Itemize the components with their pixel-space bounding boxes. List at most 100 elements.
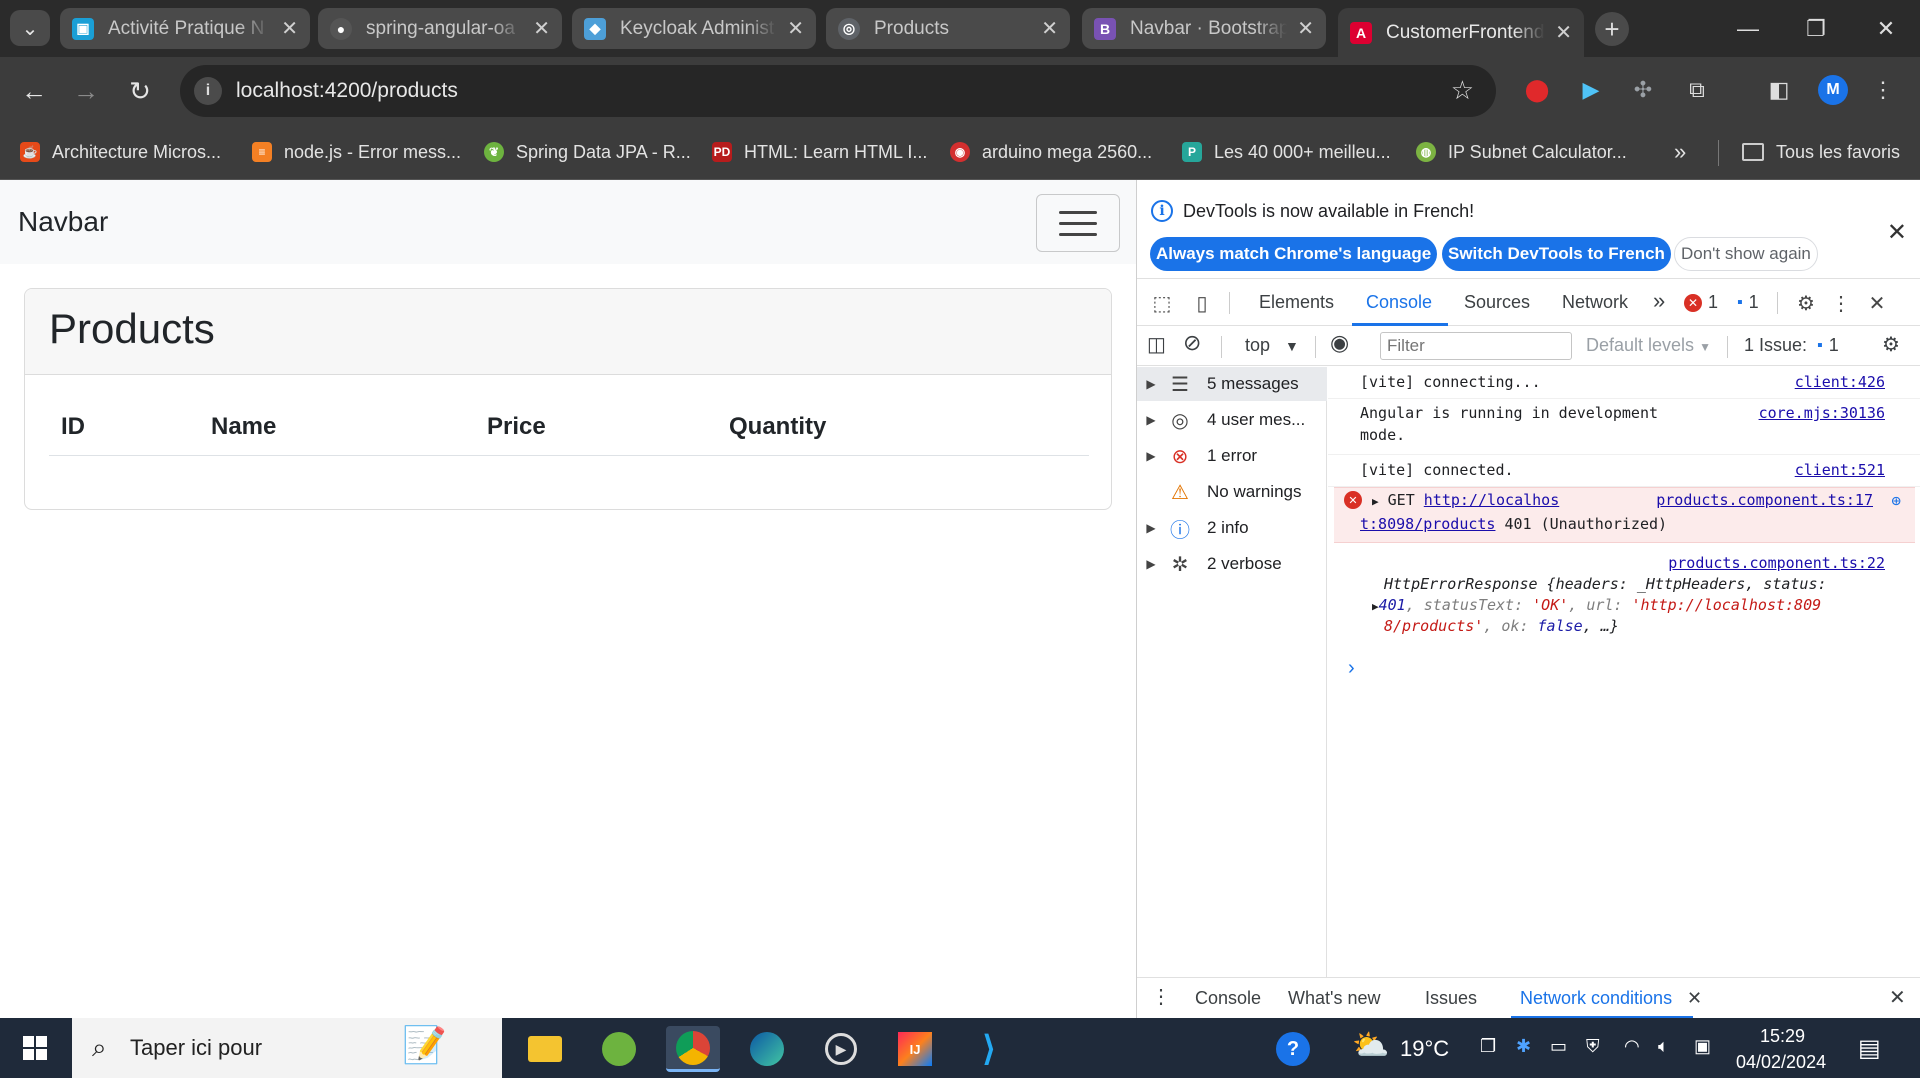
extension-icon[interactable]: ▶ (1574, 73, 1608, 107)
sidebar-toggle-icon[interactable]: ◫ (1147, 332, 1166, 357)
help-icon[interactable]: ? (1276, 1032, 1310, 1066)
log-source-link[interactable]: products.component.ts:22 (1668, 553, 1885, 574)
drawer-menu-icon[interactable]: ⋮ (1151, 984, 1171, 1009)
more-bookmarks-button[interactable]: » (1674, 137, 1686, 167)
extensions-puzzle-icon[interactable]: ⧉ (1680, 73, 1714, 107)
temperature-label[interactable]: 19°C (1400, 1036, 1449, 1062)
error-counter[interactable]: ✕ 1 (1684, 292, 1718, 313)
sidebar-item-verbose[interactable]: ▶ ✲ 2 verbose (1137, 547, 1327, 581)
switch-to-french-button[interactable]: Switch DevTools to French (1442, 237, 1671, 271)
notifications-icon[interactable]: ▤ (1858, 1034, 1881, 1063)
clock-date[interactable]: 04/02/2024 (1736, 1052, 1826, 1073)
drawer-tab-issues[interactable]: Issues (1425, 988, 1477, 1009)
expand-arrow-icon[interactable]: ▶ (1372, 600, 1379, 613)
edge-icon[interactable] (740, 1026, 794, 1072)
bookmark-item[interactable]: ❦ Spring Data JPA - R... (484, 137, 691, 167)
tab-activite[interactable]: ▣ Activité Pratique N ✕ (60, 8, 310, 49)
volume-icon[interactable]: 🔈︎ (1658, 1036, 1669, 1057)
address-bar[interactable]: i localhost:4200/products ☆ (180, 65, 1496, 117)
issues-counter[interactable]: 1 Issue: ▪ 1 (1744, 335, 1839, 356)
spring-tools-icon[interactable] (592, 1026, 646, 1072)
log-levels-dropdown[interactable]: Default levels ▼ (1586, 335, 1711, 356)
bookmark-item[interactable]: ◉ arduino mega 2560... (950, 137, 1152, 167)
all-bookmarks-folder[interactable]: Tous les favoris (1742, 137, 1900, 167)
network-request-icon[interactable]: ⊕ (1891, 491, 1901, 510)
log-source-link[interactable]: core.mjs:30136 (1759, 403, 1885, 424)
wifi-icon[interactable]: ◠ (1624, 1036, 1640, 1057)
close-tab-icon[interactable]: ✕ (281, 16, 298, 41)
tab-github[interactable]: ● spring-angular-oa ✕ (318, 8, 562, 49)
error-url-link[interactable]: t:8098/products (1360, 515, 1495, 533)
profile-avatar[interactable]: M (1816, 73, 1850, 107)
task-view-icon[interactable]: ❐ (1480, 1036, 1496, 1057)
extension-icon[interactable]: ✣ (1626, 73, 1660, 107)
expand-arrow-icon[interactable]: ▶ (1372, 495, 1379, 508)
close-tab-icon[interactable]: ✕ (787, 16, 804, 41)
tab-search-button[interactable]: ⌄ (10, 10, 50, 46)
security-shield-icon[interactable]: ⛨ (1586, 1036, 1600, 1057)
vscode-icon[interactable]: ⟩ (962, 1026, 1016, 1072)
tab-network[interactable]: Network (1562, 292, 1628, 313)
bookmark-item[interactable]: ◍ IP Subnet Calculator... (1416, 137, 1627, 167)
bookmark-star-icon[interactable]: ☆ (1451, 75, 1474, 106)
drawer-tab-console[interactable]: Console (1195, 988, 1261, 1009)
close-tab-icon[interactable]: ✕ (1297, 16, 1314, 41)
taskbar-search-box[interactable]: ⌕ Taper ici pour 📝 (72, 1018, 502, 1078)
console-settings-gear-icon[interactable]: ⚙ (1882, 332, 1900, 357)
error-url-link[interactable]: http://localhos (1424, 491, 1559, 509)
clear-console-icon[interactable]: ⊘ (1183, 330, 1201, 356)
new-tab-button[interactable]: + (1595, 12, 1629, 46)
sidebar-item-errors[interactable]: ▶ ⊗ 1 error (1137, 439, 1327, 473)
dont-show-again-button[interactable]: Don't show again (1674, 237, 1818, 271)
file-explorer-icon[interactable] (518, 1026, 572, 1072)
bookmark-item[interactable]: ≡ node.js - Error mess... (252, 137, 461, 167)
close-drawer-icon[interactable]: ✕ (1889, 985, 1906, 1010)
url-text[interactable]: localhost:4200/products (236, 79, 458, 103)
bookmark-item[interactable]: PD HTML: Learn HTML I... (712, 137, 927, 167)
settings-gear-icon[interactable]: ⚙ (1793, 290, 1819, 316)
language-icon[interactable]: ▣ (1694, 1036, 1711, 1057)
tab-customerfrontend[interactable]: A CustomerFrontend ✕ (1338, 8, 1584, 57)
reload-button[interactable]: ↻ (120, 71, 160, 111)
sidebar-item-messages[interactable]: ▶ ☰ 5 messages (1137, 367, 1327, 401)
close-devtools-icon[interactable]: ✕ (1864, 290, 1890, 316)
tab-keycloak[interactable]: ◆ Keycloak Administ ✕ (572, 8, 816, 49)
close-window-button[interactable]: ✕ (1852, 0, 1920, 57)
more-tabs-button[interactable]: » (1653, 288, 1665, 314)
sidebar-item-user-messages[interactable]: ▶ ◎ 4 user mes... (1137, 403, 1327, 437)
tab-bootstrap[interactable]: B Navbar · Bootstrap ✕ (1082, 8, 1326, 49)
drawer-tab-network-conditions[interactable]: Network conditions (1520, 988, 1672, 1009)
intellij-icon[interactable]: IJ (888, 1026, 942, 1072)
inspect-element-icon[interactable]: ⬚ (1149, 290, 1175, 316)
tab-console[interactable]: Console (1366, 292, 1432, 313)
bluetooth-icon[interactable]: ✱ (1516, 1036, 1531, 1057)
console-filter-input[interactable] (1380, 332, 1572, 360)
minimize-button[interactable]: — (1714, 0, 1782, 57)
media-player-icon[interactable]: ▶ (814, 1026, 868, 1072)
chrome-icon[interactable] (666, 1026, 720, 1072)
drawer-tab-whats-new[interactable]: What's new (1288, 988, 1380, 1009)
opera-ad-block-icon[interactable]: ⬤ (1520, 73, 1554, 107)
sidebar-item-info[interactable]: ▶ ⓘ 2 info (1137, 511, 1327, 545)
live-expression-eye-icon[interactable]: ◉ (1330, 330, 1349, 356)
back-button[interactable]: ← (14, 71, 54, 111)
log-source-link[interactable]: products.component.ts:17 (1656, 490, 1873, 511)
log-source-link[interactable]: client:521 (1795, 460, 1885, 481)
close-tab-icon[interactable]: ✕ (1555, 20, 1572, 45)
bookmark-item[interactable]: ☕ Architecture Micros... (20, 137, 221, 167)
devtools-menu-icon[interactable]: ⋮ (1828, 290, 1854, 316)
battery-icon[interactable]: ▭ (1550, 1036, 1567, 1057)
bookmark-item[interactable]: P Les 40 000+ meilleu... (1182, 137, 1391, 167)
context-selector[interactable]: top ▼ (1245, 335, 1299, 356)
start-button[interactable] (0, 1018, 70, 1078)
device-toolbar-icon[interactable]: ▯ (1189, 290, 1215, 316)
weather-icon[interactable]: ⛅ (1352, 1028, 1389, 1063)
restore-button[interactable]: ❐ (1782, 0, 1850, 57)
navbar-brand[interactable]: Navbar (18, 206, 108, 238)
close-tab-icon[interactable]: ✕ (1041, 16, 1058, 41)
close-banner-icon[interactable]: ✕ (1887, 218, 1907, 247)
console-prompt[interactable]: › (1348, 657, 1355, 680)
forward-button[interactable]: → (66, 71, 106, 111)
message-counter[interactable]: ▪ 1 (1737, 292, 1759, 313)
navbar-toggler-button[interactable] (1036, 194, 1120, 252)
